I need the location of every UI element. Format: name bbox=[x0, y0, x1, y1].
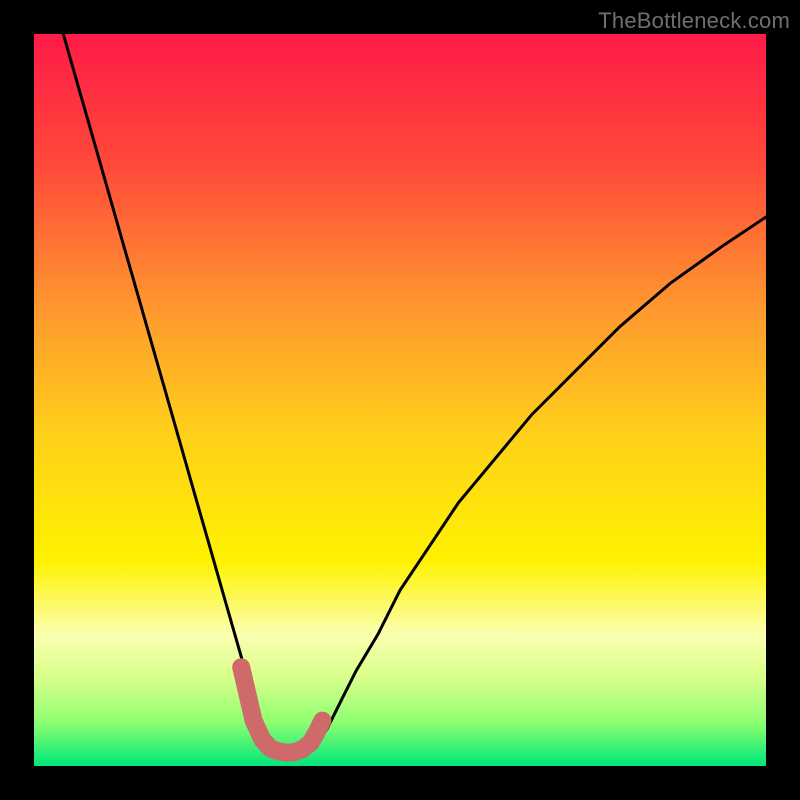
marker-dot bbox=[234, 660, 248, 674]
plot-background bbox=[34, 34, 766, 766]
chart-frame: TheBottleneck.com bbox=[0, 0, 800, 800]
watermark-text: TheBottleneck.com bbox=[598, 8, 790, 34]
bottleneck-chart bbox=[0, 0, 800, 800]
